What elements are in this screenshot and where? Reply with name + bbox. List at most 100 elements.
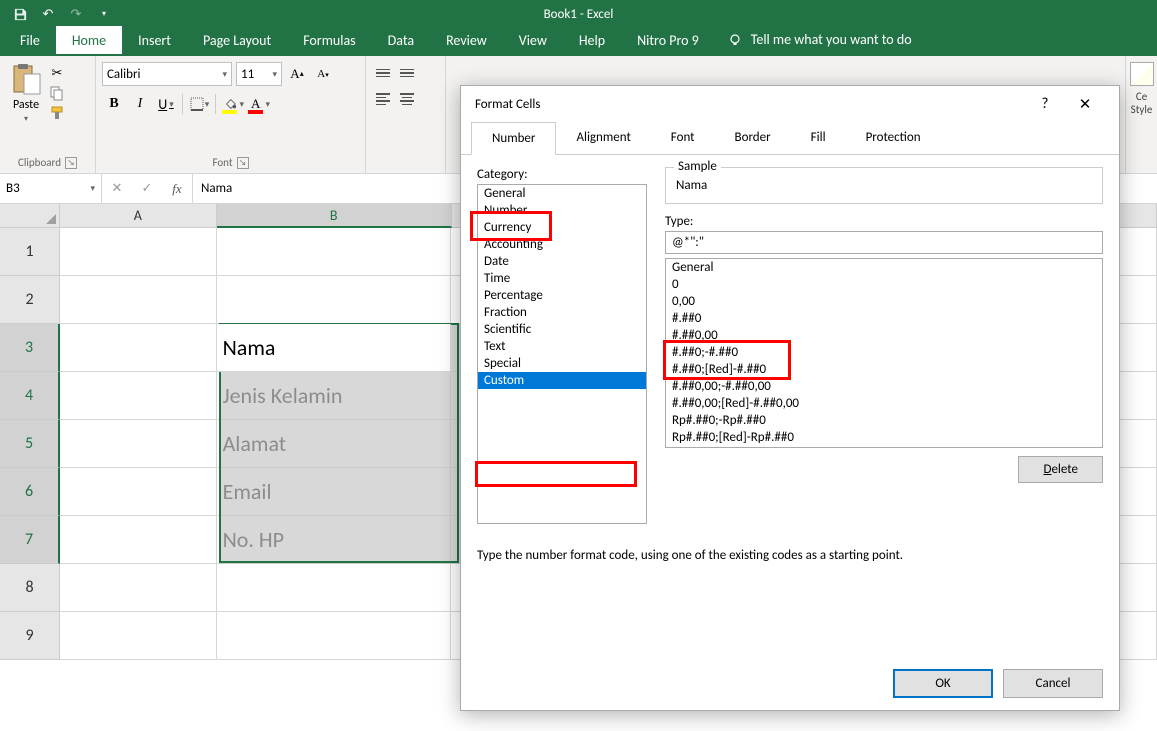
- row-header-5[interactable]: 5: [0, 420, 60, 468]
- cell-styles-icon[interactable]: [1130, 62, 1154, 86]
- font-launcher-icon[interactable]: ↘: [237, 157, 249, 169]
- cell-A4[interactable]: [60, 372, 217, 420]
- dialog-close-icon[interactable]: ✕: [1065, 95, 1105, 114]
- cancel-button[interactable]: Cancel: [1003, 669, 1103, 698]
- undo-icon[interactable]: ↶: [40, 6, 56, 22]
- category-item-accounting[interactable]: Accounting: [478, 236, 646, 253]
- row-header-6[interactable]: 6: [0, 468, 60, 516]
- border-button[interactable]: ▾: [187, 92, 211, 116]
- fx-icon[interactable]: fx: [162, 181, 192, 197]
- cancel-formula-icon[interactable]: ✕: [102, 181, 132, 196]
- type-item[interactable]: #.##0,00: [666, 327, 1102, 344]
- format-painter-icon[interactable]: [48, 104, 66, 122]
- tab-formulas[interactable]: Formulas: [287, 26, 371, 54]
- row-header-7[interactable]: 7: [0, 516, 60, 564]
- shrink-font-icon[interactable]: A▾: [312, 63, 334, 85]
- type-item[interactable]: #.##0;-#.##0: [666, 344, 1102, 361]
- cell-B9[interactable]: [217, 612, 452, 660]
- select-all-button[interactable]: [0, 204, 60, 228]
- category-item-special[interactable]: Special: [478, 355, 646, 372]
- type-item[interactable]: Rp#.##0,00;-Rp#.##0,00: [666, 446, 1102, 448]
- grow-font-icon[interactable]: A▴: [286, 63, 308, 85]
- cell-B3[interactable]: Nama: [217, 324, 452, 372]
- cell-A9[interactable]: [60, 612, 217, 660]
- type-item[interactable]: Rp#.##0;-Rp#.##0: [666, 412, 1102, 429]
- cell-B1[interactable]: [217, 228, 452, 276]
- dialog-tab-fill[interactable]: Fill: [791, 122, 846, 154]
- qat-customize-icon[interactable]: ▾: [96, 6, 112, 22]
- cell-A1[interactable]: [60, 228, 217, 276]
- tab-insert[interactable]: Insert: [122, 26, 187, 54]
- tab-view[interactable]: View: [503, 26, 563, 54]
- type-item[interactable]: #.##0;[Red]-#.##0: [666, 361, 1102, 378]
- fill-color-button[interactable]: ▾: [220, 92, 244, 116]
- name-box[interactable]: B3 ▾: [0, 174, 102, 203]
- col-header-A[interactable]: A: [60, 204, 217, 228]
- row-header-1[interactable]: 1: [0, 228, 60, 276]
- italic-button[interactable]: I: [128, 92, 152, 116]
- dialog-tab-protection[interactable]: Protection: [846, 122, 941, 154]
- type-item[interactable]: 0: [666, 276, 1102, 293]
- category-item-fraction[interactable]: Fraction: [478, 304, 646, 321]
- category-list[interactable]: GeneralNumberCurrencyAccountingDateTimeP…: [477, 184, 647, 524]
- type-input[interactable]: [665, 231, 1103, 254]
- cell-B2[interactable]: [217, 276, 452, 324]
- font-size-combo[interactable]: 11▾: [236, 62, 282, 86]
- dialog-help-icon[interactable]: ?: [1025, 95, 1065, 113]
- tab-review[interactable]: Review: [430, 26, 503, 54]
- type-item[interactable]: General: [666, 259, 1102, 276]
- dialog-titlebar[interactable]: Format Cells ? ✕: [461, 86, 1119, 122]
- type-item[interactable]: #.##0,00;[Red]-#.##0,00: [666, 395, 1102, 412]
- align-top-icon[interactable]: [372, 62, 394, 84]
- category-item-number[interactable]: Number: [478, 202, 646, 219]
- category-item-general[interactable]: General: [478, 185, 646, 202]
- save-icon[interactable]: [12, 6, 28, 22]
- enter-formula-icon[interactable]: ✓: [132, 181, 162, 196]
- font-color-button[interactable]: A ▾: [246, 92, 270, 116]
- type-item[interactable]: Rp#.##0;[Red]-Rp#.##0: [666, 429, 1102, 446]
- type-list[interactable]: General00,00#.##0#.##0,00#.##0;-#.##0#.#…: [665, 258, 1103, 448]
- row-header-3[interactable]: 3: [0, 324, 60, 372]
- cell-A5[interactable]: [60, 420, 217, 468]
- align-center-icon[interactable]: [396, 88, 418, 110]
- tab-home[interactable]: Home: [56, 26, 122, 54]
- dialog-tab-border[interactable]: Border: [715, 122, 791, 154]
- cut-icon[interactable]: ✂: [48, 64, 66, 82]
- type-item[interactable]: #.##0: [666, 310, 1102, 327]
- redo-icon[interactable]: ↷: [68, 6, 84, 22]
- tab-help[interactable]: Help: [563, 26, 621, 54]
- category-item-text[interactable]: Text: [478, 338, 646, 355]
- dialog-tab-alignment[interactable]: Alignment: [556, 122, 650, 154]
- tab-file[interactable]: File: [4, 26, 56, 54]
- font-name-combo[interactable]: Calibri▾: [102, 62, 232, 86]
- tab-page-layout[interactable]: Page Layout: [187, 26, 287, 54]
- col-header-B[interactable]: B: [217, 204, 452, 228]
- tab-data[interactable]: Data: [372, 26, 430, 54]
- category-item-date[interactable]: Date: [478, 253, 646, 270]
- dialog-tab-number[interactable]: Number: [471, 122, 556, 155]
- category-item-scientific[interactable]: Scientific: [478, 321, 646, 338]
- row-header-9[interactable]: 9: [0, 612, 60, 660]
- align-left-icon[interactable]: [372, 88, 394, 110]
- underline-button[interactable]: U▾: [154, 92, 178, 116]
- category-item-custom[interactable]: Custom: [478, 372, 646, 389]
- align-middle-icon[interactable]: [396, 62, 418, 84]
- row-header-8[interactable]: 8: [0, 564, 60, 612]
- cell-A6[interactable]: [60, 468, 217, 516]
- clipboard-launcher-icon[interactable]: ↘: [65, 157, 77, 169]
- cell-A2[interactable]: [60, 276, 217, 324]
- cell-B8[interactable]: [217, 564, 452, 612]
- cell-A8[interactable]: [60, 564, 217, 612]
- cell-A7[interactable]: [60, 516, 217, 564]
- category-item-currency[interactable]: Currency: [478, 219, 646, 236]
- bold-button[interactable]: B: [102, 92, 126, 116]
- tab-nitro[interactable]: Nitro Pro 9: [621, 26, 715, 54]
- category-item-percentage[interactable]: Percentage: [478, 287, 646, 304]
- cell-A3[interactable]: [60, 324, 217, 372]
- paste-button[interactable]: Paste ▾: [6, 60, 46, 126]
- copy-icon[interactable]: [48, 84, 66, 102]
- delete-button[interactable]: Delete: [1018, 456, 1103, 483]
- dialog-tab-font[interactable]: Font: [651, 122, 715, 154]
- type-item[interactable]: #.##0,00;-#.##0,00: [666, 378, 1102, 395]
- row-header-2[interactable]: 2: [0, 276, 60, 324]
